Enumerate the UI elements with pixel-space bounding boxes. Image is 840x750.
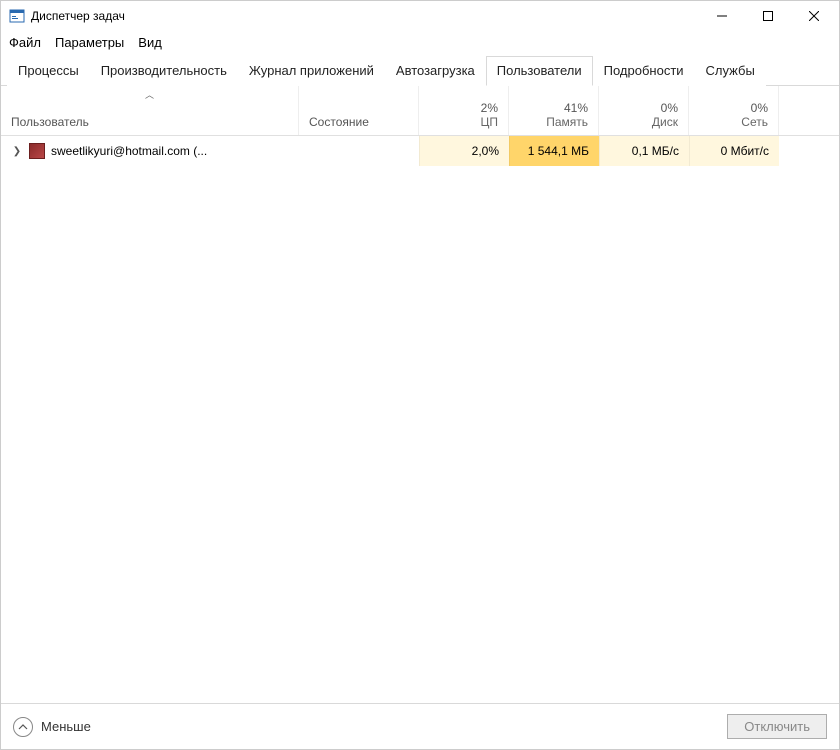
cell-memory: 1 544,1 МБ bbox=[509, 136, 599, 166]
minimize-button[interactable] bbox=[699, 1, 745, 31]
menu-options[interactable]: Параметры bbox=[55, 35, 124, 50]
cell-network: 0 Мбит/с bbox=[689, 136, 779, 166]
cell-state bbox=[299, 136, 419, 166]
menu-file[interactable]: Файл bbox=[9, 35, 41, 50]
column-pct-memory: 41% bbox=[564, 101, 588, 115]
column-label-state: Состояние bbox=[309, 115, 408, 129]
fewer-label: Меньше bbox=[41, 719, 91, 734]
cell-user: ❯ sweetlikyuri@hotmail.com (... bbox=[1, 136, 299, 166]
window-title: Диспетчер задач bbox=[31, 9, 125, 23]
column-label-user: Пользователь bbox=[11, 115, 288, 129]
user-name: sweetlikyuri@hotmail.com (... bbox=[51, 144, 207, 158]
table-body: ❯ sweetlikyuri@hotmail.com (... 2,0% 1 5… bbox=[1, 136, 839, 703]
table-row[interactable]: ❯ sweetlikyuri@hotmail.com (... 2,0% 1 5… bbox=[1, 136, 839, 166]
column-pct-disk: 0% bbox=[661, 101, 678, 115]
chevron-up-icon bbox=[13, 717, 33, 737]
column-header-user[interactable]: ︿ Пользователь bbox=[1, 86, 299, 135]
column-label-network: Сеть bbox=[741, 115, 768, 129]
tab-app-history[interactable]: Журнал приложений bbox=[238, 56, 385, 86]
close-button[interactable] bbox=[791, 1, 837, 31]
column-header-state[interactable]: Состояние bbox=[299, 86, 419, 135]
titlebar: Диспетчер задач bbox=[1, 1, 839, 31]
column-pct-network: 0% bbox=[751, 101, 768, 115]
tab-startup[interactable]: Автозагрузка bbox=[385, 56, 486, 86]
column-label-memory: Память bbox=[546, 115, 588, 129]
app-icon bbox=[9, 8, 25, 24]
column-pct-cpu: 2% bbox=[481, 101, 498, 115]
column-header-cpu[interactable]: 2% ЦП bbox=[419, 86, 509, 135]
column-header-disk[interactable]: 0% Диск bbox=[599, 86, 689, 135]
column-header-memory[interactable]: 41% Память bbox=[509, 86, 599, 135]
sort-indicator-icon: ︿ bbox=[145, 88, 154, 101]
maximize-button[interactable] bbox=[745, 1, 791, 31]
cell-disk: 0,1 МБ/с bbox=[599, 136, 689, 166]
tab-performance[interactable]: Производительность bbox=[90, 56, 238, 86]
tab-details[interactable]: Подробности bbox=[593, 56, 695, 86]
tab-services[interactable]: Службы bbox=[695, 56, 766, 86]
column-header-network[interactable]: 0% Сеть bbox=[689, 86, 779, 135]
table-header: ︿ Пользователь Состояние 2% ЦП 41% Памят… bbox=[1, 86, 839, 136]
menu-view[interactable]: Вид bbox=[138, 35, 162, 50]
user-avatar-icon bbox=[29, 143, 45, 159]
disconnect-button[interactable]: Отключить bbox=[727, 714, 827, 739]
menubar: Файл Параметры Вид bbox=[1, 31, 839, 56]
window-controls bbox=[699, 1, 837, 31]
tab-users[interactable]: Пользователи bbox=[486, 56, 593, 86]
column-label-disk: Диск bbox=[652, 115, 678, 129]
expand-icon[interactable]: ❯ bbox=[11, 146, 23, 157]
fewer-details-toggle[interactable]: Меньше bbox=[13, 717, 91, 737]
tab-processes[interactable]: Процессы bbox=[7, 56, 90, 86]
tabs: Процессы Производительность Журнал прило… bbox=[1, 56, 839, 86]
cell-cpu: 2,0% bbox=[419, 136, 509, 166]
bottombar: Меньше Отключить bbox=[1, 703, 839, 749]
column-label-cpu: ЦП bbox=[480, 115, 498, 129]
